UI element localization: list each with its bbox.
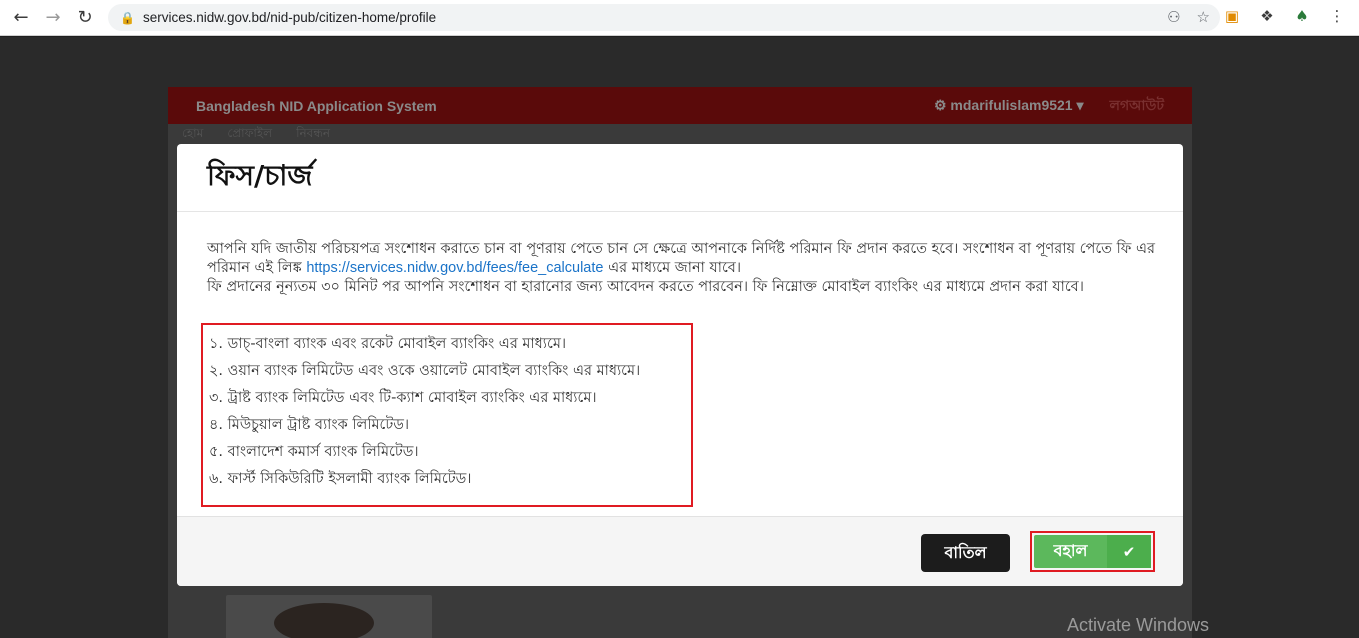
list-item: ৪. মিউচুয়াল ট্রাষ্ট ব্যাংক লিমিটেড। [209, 417, 410, 433]
logout-link[interactable]: লগআউট [1110, 94, 1164, 118]
bookmark-star-icon[interactable]: ☆ [1197, 8, 1210, 26]
confirm-button-label: বহাল [1053, 541, 1088, 560]
tab-profile[interactable]: প্রোফাইল [227, 125, 272, 145]
puzzle-extensions-icon[interactable]: ❖ [1257, 6, 1277, 26]
modal-body: আপনি যদি জাতীয় পরিচয়পত্র সংশোধন করাতে … [207, 240, 1157, 297]
list-item: ৫. বাংলাদেশ কমার্স ব্যাংক লিমিটেড। [209, 444, 419, 460]
modal-title: ফিস/চার্জ [207, 159, 313, 192]
list-item: ২. ওয়ান ব্যাংক লিমিটেড এবং ওকে ওয়ালেট … [209, 363, 641, 379]
list-item: ৬. ফার্স্ট সিকিউরিটি ইসলামী ব্যাংক লিমিট… [209, 471, 472, 487]
fees-modal: ফিস/চার্জ আপনি যদি জাতীয় পরিচয়পত্র সংশ… [177, 144, 1183, 586]
list-item: ১. ডাচ্-বাংলা ব্যাংক এবং রকেট মোবাইল ব্য… [209, 336, 567, 352]
fee-calculate-link[interactable]: https://services.nidw.gov.bd/fees/fee_ca… [306, 260, 603, 276]
confirm-button-highlight: বহাল ✔ [1030, 531, 1155, 572]
lock-icon[interactable]: 🔒 [120, 11, 135, 25]
app-tabs: হোম প্রোফাইল নিবন্ধন [168, 124, 1192, 146]
cancel-button[interactable]: বাতিল [921, 534, 1010, 572]
tab-registration[interactable]: নিবন্ধন [296, 125, 330, 145]
username: mdarifulislam9521 [950, 97, 1073, 113]
activate-windows-watermark: Activate Windows [1067, 615, 1210, 635]
tab-home[interactable]: হোম [182, 125, 203, 145]
url-text[interactable]: services.nidw.gov.bd/nid-pub/citizen-hom… [143, 10, 436, 25]
payment-info-paragraph: ফি প্রদানের নূন্যতম ৩০ মিনিট পর আপনি সংশ… [207, 279, 1084, 295]
menu-kebab-icon[interactable]: ⋮ [1327, 6, 1347, 26]
translate-icon[interactable]: ⚇ [1167, 8, 1180, 26]
modal-footer: বাতিল বহাল ✔ [177, 516, 1183, 586]
extension-icon[interactable]: ▣ [1222, 6, 1242, 26]
forward-arrow-icon[interactable]: → [42, 7, 64, 29]
profile-avatar-icon[interactable]: ♠ [1292, 6, 1312, 26]
reload-icon[interactable]: ↻ [74, 7, 96, 29]
modal-header: ফিস/চার্জ [177, 144, 1183, 212]
back-arrow-icon[interactable]: ← [10, 7, 32, 29]
fee-info-paragraph: আপনি যদি জাতীয় পরিচয়পত্র সংশোধন করাতে … [207, 240, 1157, 278]
app-title: Bangladesh NID Application System [196, 97, 437, 114]
fee-info-text-end: এর মাধ্যমে জানা যাবে। [603, 260, 742, 276]
list-item: ৩. ট্রাষ্ট ব্যাংক লিমিটেড এবং টি-ক্যাশ ম… [209, 390, 597, 406]
profile-photo [226, 595, 432, 638]
app-header: Bangladesh NID Application System ⚙ mdar… [168, 87, 1192, 124]
checkmark-icon: ✔ [1107, 535, 1151, 568]
browser-toolbar: ← → ↻ 🔒 services.nidw.gov.bd/nid-pub/cit… [0, 0, 1359, 36]
bank-list: ১. ডাচ্-বাংলা ব্যাংক এবং রকেট মোবাইল ব্য… [201, 323, 693, 507]
confirm-button[interactable]: বহাল ✔ [1034, 535, 1151, 568]
user-menu[interactable]: ⚙ mdarifulislam9521 ▾ [934, 97, 1084, 114]
address-bar[interactable]: 🔒 services.nidw.gov.bd/nid-pub/citizen-h… [108, 4, 1220, 31]
